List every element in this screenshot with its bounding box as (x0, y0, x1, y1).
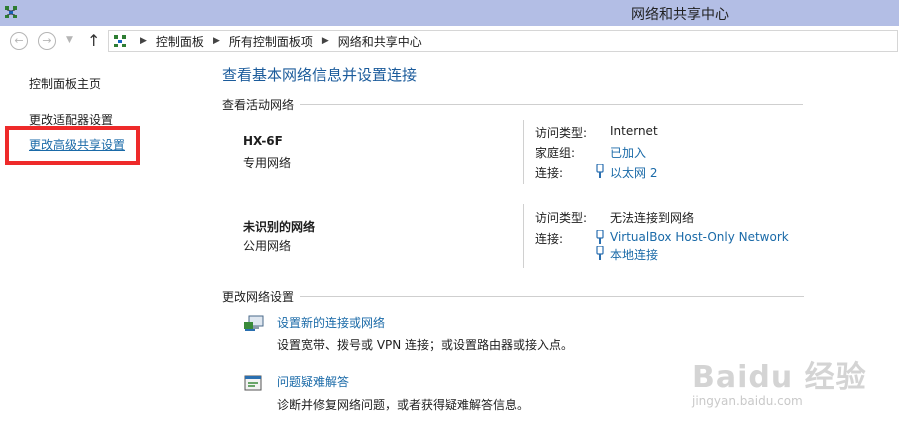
task-description: 诊断并修复网络问题，或者获得疑难解答信息。 (277, 398, 530, 412)
ethernet-link[interactable]: 以太网 2 (610, 164, 657, 181)
chevron-right-icon[interactable]: ▶ (140, 36, 147, 46)
virtualbox-link[interactable]: VirtualBox Host-Only Network (610, 230, 789, 244)
breadcrumb-control-panel[interactable]: 控制面板 (156, 33, 204, 50)
chevron-down-icon[interactable]: ▼ (66, 35, 73, 45)
watermark-url: jingyan.baidu.com (692, 394, 803, 408)
back-arrow-icon[interactable]: ← (10, 32, 28, 50)
task-description: 设置宽带、拨号或 VPN 连接；或设置路由器或接入点。 (277, 338, 574, 352)
troubleshoot-icon (244, 375, 262, 391)
network-type: 专用网络 (243, 156, 292, 170)
prop-label: 连接: (535, 232, 564, 246)
prop-value: Internet (610, 124, 658, 138)
divider (300, 296, 805, 297)
divider (523, 120, 524, 184)
baidu-watermark: Baidu 经验 jingyan.baidu.com (690, 352, 890, 422)
new-connection-icon (244, 315, 264, 331)
section-heading: 查看活动网络 (222, 98, 295, 112)
sidebar: 控制面板主页 更改适配器设置 更改高级共享设置 (0, 56, 200, 430)
page-title: 查看基本网络信息并设置连接 (222, 66, 418, 84)
chevron-right-icon[interactable]: ▶ (213, 36, 220, 46)
navigation-bar: ← → ▼ ↑ ▶ 控制面板 ▶ 所有控制面板项 ▶ 网络和共享中心 (0, 26, 899, 56)
network-icon (114, 35, 126, 47)
ethernet-icon (596, 164, 604, 178)
divider (523, 204, 524, 268)
section-change-settings: 更改网络设置 (222, 288, 805, 305)
address-bar[interactable]: ▶ 控制面板 ▶ 所有控制面板项 ▶ 网络和共享中心 (108, 30, 898, 52)
title-bar: 网络和共享中心 (0, 0, 899, 26)
sidebar-item-home[interactable]: 控制面板主页 (29, 75, 101, 92)
breadcrumb-all-items[interactable]: 所有控制面板项 (229, 33, 313, 50)
chevron-right-icon[interactable]: ▶ (322, 36, 329, 46)
ethernet-icon (596, 230, 604, 244)
ethernet-icon (596, 246, 604, 260)
local-connection-link[interactable]: 本地连接 (610, 246, 658, 263)
forward-arrow-icon[interactable]: → (38, 32, 56, 50)
network-name: 未识别的网络 (243, 220, 316, 234)
network-type: 公用网络 (243, 239, 292, 253)
highlight-box (5, 126, 140, 165)
breadcrumb: ▶ 控制面板 ▶ 所有控制面板项 ▶ 网络和共享中心 (131, 33, 422, 49)
up-arrow-icon[interactable]: ↑ (87, 31, 100, 50)
prop-label: 家庭组: (535, 146, 576, 160)
breadcrumb-network-center[interactable]: 网络和共享中心 (338, 33, 422, 50)
troubleshoot-link[interactable]: 问题疑难解答 (277, 373, 349, 390)
prop-label: 连接: (535, 166, 564, 180)
homegroup-link[interactable]: 已加入 (610, 144, 646, 161)
prop-label: 访问类型: (535, 126, 588, 140)
network-name: HX-6F (243, 134, 283, 148)
prop-value: 无法连接到网络 (610, 211, 695, 225)
window-title: 网络和共享中心 (631, 7, 729, 23)
divider (300, 104, 804, 105)
section-heading: 更改网络设置 (222, 290, 295, 304)
watermark-logo: Baidu 经验 (692, 360, 867, 395)
network-icon (5, 6, 17, 18)
prop-label: 访问类型: (535, 211, 588, 225)
setup-new-connection-link[interactable]: 设置新的连接或网络 (277, 314, 385, 331)
section-active-networks: 查看活动网络 (222, 96, 804, 113)
